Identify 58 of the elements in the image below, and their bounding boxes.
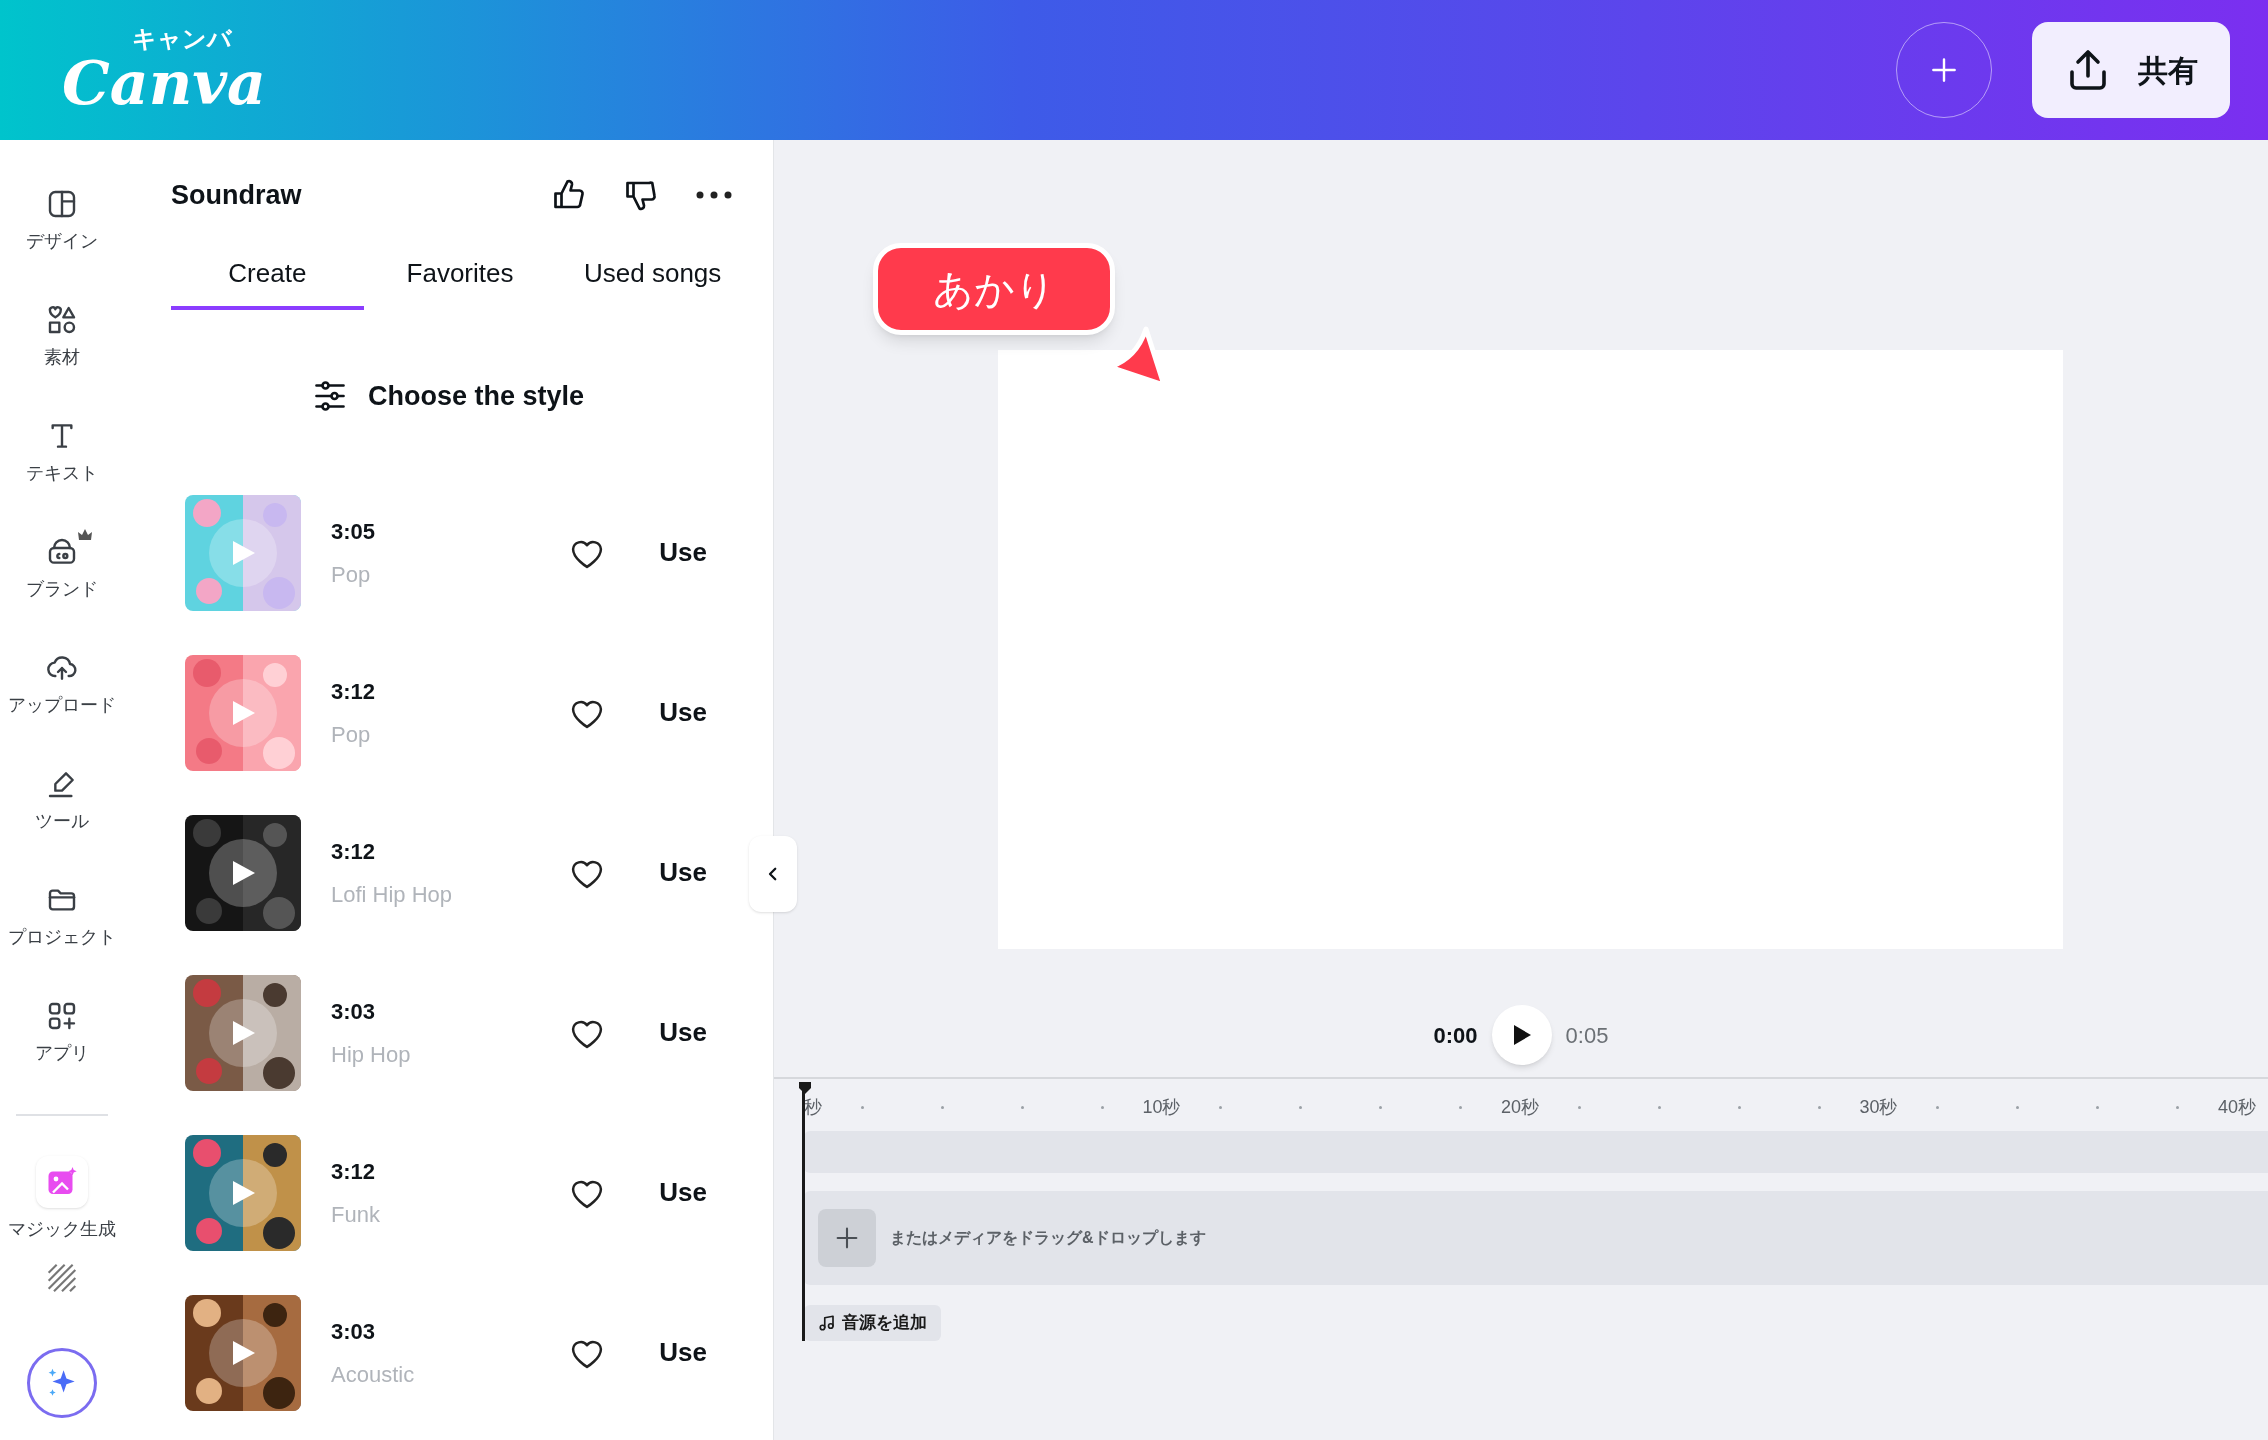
total-time: 0:05 — [1565, 1021, 1609, 1050]
use-button[interactable]: Use — [657, 1013, 709, 1052]
ruler-label: 20秒 — [1500, 1095, 1539, 1119]
play-icon — [231, 858, 257, 887]
song-genre: Hip Hop — [331, 1040, 412, 1069]
ruler-label: 秒 — [804, 1095, 822, 1119]
logo: Canva — [62, 52, 266, 114]
song-duration: 3:03 — [331, 997, 377, 1026]
rail-item[interactable]: ツール — [0, 756, 123, 872]
rail-item[interactable]: マジック生成 — [0, 1144, 123, 1260]
ruler-label: 10秒 — [1142, 1095, 1181, 1119]
song-genre: Lofi Hip Hop — [331, 880, 454, 909]
song-duration: 3:12 — [331, 677, 377, 706]
rail-item[interactable]: テキスト — [0, 408, 123, 524]
play-icon — [231, 1018, 257, 1047]
play-button[interactable] — [1491, 1005, 1552, 1065]
current-time: 0:00 — [1433, 1021, 1478, 1050]
add-audio-button[interactable]: 音源を追加 — [804, 1305, 941, 1341]
song-duration: 3:03 — [331, 1317, 377, 1346]
style-button[interactable]: Choose the style — [311, 376, 585, 417]
name-sticker: あかり — [873, 243, 1115, 335]
use-button[interactable]: Use — [657, 533, 709, 572]
drop-hint: またはメディアをドラッグ&ドロップします — [890, 1228, 1206, 1248]
song-genre: Pop — [331, 720, 372, 749]
rail-item[interactable]: アプリ — [0, 988, 123, 1104]
use-button[interactable]: Use — [657, 853, 709, 892]
hatch-icon — [45, 1262, 78, 1294]
song-duration: 3:12 — [331, 837, 377, 866]
song-genre: Pop — [331, 560, 372, 589]
share-button[interactable]: 共有 — [2032, 22, 2230, 118]
more-button[interactable] — [695, 190, 733, 200]
rail-item[interactable]: 素材 — [0, 292, 123, 408]
tab[interactable]: Favorites — [363, 250, 557, 310]
rail-item[interactable]: プロジェクト — [0, 872, 123, 988]
play-icon — [231, 698, 257, 727]
use-button[interactable]: Use — [657, 1333, 709, 1372]
play-icon — [231, 1338, 257, 1367]
logo-kana: キャンバ — [132, 26, 232, 52]
magic-media-icon — [35, 1156, 88, 1208]
play-icon — [231, 538, 257, 567]
song-genre: Funk — [331, 1200, 381, 1229]
crown-icon — [75, 528, 94, 542]
music-note-icon — [818, 1314, 836, 1332]
rail-item[interactable]: デザイン — [0, 176, 123, 292]
tab[interactable]: Used songs — [556, 250, 749, 310]
ruler-label: 30秒 — [1859, 1095, 1898, 1119]
add-media-button[interactable] — [818, 1209, 876, 1267]
song-duration: 3:12 — [331, 1157, 377, 1186]
play-icon — [231, 1178, 257, 1207]
ruler-label: 40秒 — [2217, 1095, 2256, 1119]
panel-title: Soundraw — [171, 178, 302, 212]
song-duration: 3:05 — [331, 517, 377, 546]
use-button[interactable]: Use — [657, 693, 709, 732]
song-genre: Acoustic — [331, 1360, 416, 1389]
rail-item[interactable]: ブランド — [0, 524, 123, 640]
use-button[interactable]: Use — [657, 1173, 709, 1212]
rail-item[interactable]: アップロード — [0, 640, 123, 756]
tab[interactable]: Create — [171, 250, 364, 310]
